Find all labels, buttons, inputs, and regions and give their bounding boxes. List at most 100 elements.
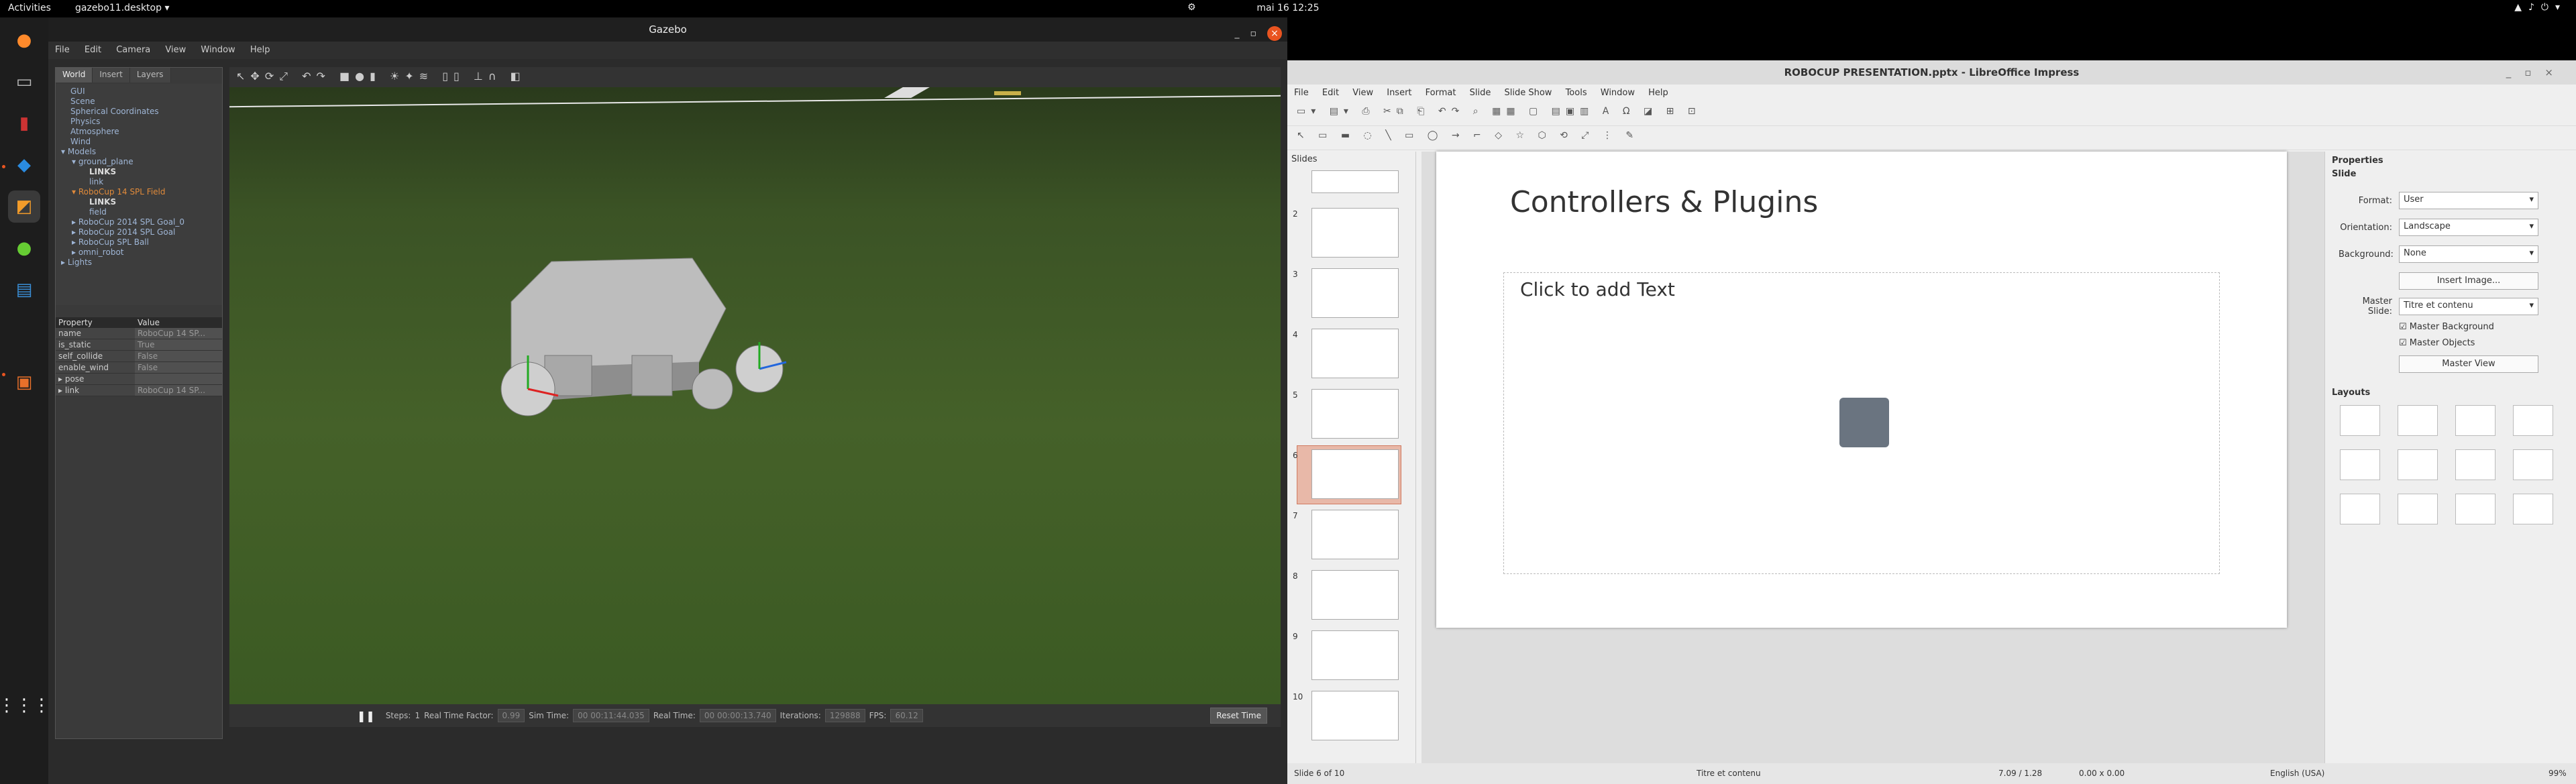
- steps-value[interactable]: 1: [415, 711, 420, 720]
- tree-item[interactable]: link: [58, 177, 219, 187]
- app-icon[interactable]: ●: [8, 232, 40, 264]
- tree-item[interactable]: Wind: [58, 137, 219, 147]
- table-row[interactable]: is_static True: [56, 339, 222, 351]
- slide-thumbnail-9[interactable]: [1311, 630, 1399, 680]
- menu-slide[interactable]: Slide: [1470, 88, 1491, 98]
- format-select[interactable]: User: [2399, 192, 2538, 209]
- clock[interactable]: mai 16 12:25: [1234, 3, 1342, 13]
- slide-thumbnail-1[interactable]: [1311, 170, 1399, 193]
- menu-window[interactable]: Window: [201, 45, 235, 55]
- background-select[interactable]: None: [2399, 245, 2538, 263]
- layout-option[interactable]: [2513, 405, 2553, 436]
- tree-item[interactable]: ▸ Lights: [58, 258, 219, 268]
- close-icon[interactable]: ×: [1267, 26, 1282, 41]
- insert-image-button[interactable]: Insert Image...: [2399, 272, 2538, 290]
- tree-item[interactable]: Atmosphere: [58, 127, 219, 137]
- menu-view[interactable]: View: [1352, 88, 1373, 98]
- layout-option[interactable]: [2455, 494, 2496, 524]
- slide-thumbnail-10[interactable]: [1311, 691, 1399, 740]
- layout-option[interactable]: [2398, 449, 2438, 480]
- menu-slideshow[interactable]: Slide Show: [1505, 88, 1552, 98]
- layout-option[interactable]: [2513, 494, 2553, 524]
- settings-icon[interactable]: ⚙: [1187, 2, 1196, 13]
- slide-thumbnail-4[interactable]: [1311, 329, 1399, 378]
- table-row[interactable]: self_collide False: [56, 351, 222, 362]
- menu-tools[interactable]: Tools: [1566, 88, 1587, 98]
- menu-view[interactable]: View: [165, 45, 186, 55]
- status-layout[interactable]: Titre et contenu: [1697, 769, 1761, 778]
- layout-option[interactable]: [2340, 494, 2380, 524]
- gazebo-icon[interactable]: ◩: [8, 190, 40, 223]
- slide-thumbnail-2[interactable]: [1311, 208, 1399, 258]
- property-value[interactable]: False: [135, 351, 222, 361]
- slide-editor[interactable]: Controllers & Plugins Click to add Text: [1421, 152, 2324, 763]
- slide-section[interactable]: Slide: [2332, 169, 2356, 179]
- layout-option[interactable]: [2455, 449, 2496, 480]
- slide-thumbnail-6[interactable]: [1311, 449, 1399, 499]
- tree-item[interactable]: Scene: [58, 97, 219, 107]
- pause-icon[interactable]: ❚❚: [357, 710, 375, 722]
- tree-item[interactable]: field: [58, 207, 219, 217]
- master-slide-select[interactable]: Titre et contenu: [2399, 298, 2538, 315]
- window-controls[interactable]: _▫×: [2506, 60, 2567, 85]
- slide-title[interactable]: Controllers & Plugins: [1510, 185, 1818, 219]
- menu-help[interactable]: Help: [1648, 88, 1668, 98]
- slide-thumbnail-3[interactable]: [1311, 268, 1399, 318]
- master-objects-checkbox[interactable]: ☑ Master Objects: [2399, 338, 2475, 348]
- slide-thumbnail-7[interactable]: [1311, 510, 1399, 559]
- menu-file[interactable]: File: [1294, 88, 1309, 98]
- tree-item[interactable]: Physics: [58, 117, 219, 127]
- menu-edit[interactable]: Edit: [85, 45, 101, 55]
- app-menu[interactable]: gazebo11.desktop ▾: [75, 3, 169, 13]
- terminal-icon[interactable]: ▮: [8, 107, 40, 139]
- drawing-toolbar[interactable]: ↖ ▭ ▬ ◌ ╲ ▭ ◯ → ⌐ ◇ ☆ ⬡ ⟲ ⤢ ⋮ ✎: [1287, 126, 2576, 150]
- table-row[interactable]: ▸ link RoboCup 14 SP...: [56, 385, 222, 396]
- slide-thumbnail-5[interactable]: [1311, 389, 1399, 439]
- table-row[interactable]: enable_wind False: [56, 362, 222, 374]
- property-value[interactable]: RoboCup 14 SP...: [135, 385, 222, 396]
- layout-option[interactable]: [2455, 405, 2496, 436]
- window-controls[interactable]: _▫×: [1235, 21, 1282, 46]
- files-icon[interactable]: ▭: [8, 66, 40, 98]
- tree-item-selected[interactable]: ▾ RoboCup 14 SPL Field: [58, 187, 219, 197]
- menu-insert[interactable]: Insert: [1387, 88, 1411, 98]
- menu-edit[interactable]: Edit: [1322, 88, 1339, 98]
- slide-thumbnail-8[interactable]: [1311, 570, 1399, 620]
- writer-icon[interactable]: ▤: [8, 274, 40, 306]
- tab-world[interactable]: World: [56, 68, 93, 82]
- gazebo-toolbar[interactable]: ↖✥⟳⤢ ↶↷ ■●▮ ☀✦≋ ▯▯ ⊥∩ ◧: [229, 67, 1281, 87]
- reset-time-button[interactable]: Reset Time: [1210, 708, 1267, 724]
- slide-canvas[interactable]: Controllers & Plugins Click to add Text: [1436, 152, 2287, 628]
- tree-item[interactable]: ▸ omni_robot: [58, 247, 219, 258]
- layout-option[interactable]: [2340, 449, 2380, 480]
- activities-button[interactable]: Activities: [8, 3, 51, 13]
- tab-insert[interactable]: Insert: [93, 68, 130, 82]
- tree-item[interactable]: ▾ Models: [58, 147, 219, 157]
- menu-file[interactable]: File: [55, 45, 70, 55]
- menu-camera[interactable]: Camera: [116, 45, 150, 55]
- tree-item[interactable]: Spherical Coordinates: [58, 107, 219, 117]
- table-row[interactable]: name RoboCup 14 SP...: [56, 328, 222, 339]
- layout-option[interactable]: [2513, 449, 2553, 480]
- content-placeholder[interactable]: Click to add Text: [1503, 272, 2220, 574]
- menu-format[interactable]: Format: [1426, 88, 1456, 98]
- tree-item[interactable]: ▾ ground_plane: [58, 157, 219, 167]
- property-value[interactable]: RoboCup 14 SP...: [135, 328, 222, 339]
- tree-item[interactable]: ▸ RoboCup 2014 SPL Goal_0: [58, 217, 219, 227]
- orientation-select[interactable]: Landscape: [2399, 219, 2538, 236]
- table-row[interactable]: ▸ pose: [56, 374, 222, 385]
- master-background-checkbox[interactable]: ☑ Master Background: [2399, 322, 2494, 332]
- status-language[interactable]: English (USA): [2270, 769, 2324, 778]
- placeholder-text[interactable]: Click to add Text: [1520, 278, 1675, 300]
- master-view-button[interactable]: Master View: [2399, 355, 2538, 373]
- 3d-viewport[interactable]: [229, 87, 1281, 704]
- firefox-icon[interactable]: ●: [8, 24, 40, 56]
- robot-model[interactable]: [229, 87, 1281, 704]
- property-value[interactable]: True: [135, 339, 222, 350]
- app-grid-icon[interactable]: ⋮⋮⋮: [0, 689, 50, 722]
- layout-option[interactable]: [2340, 405, 2380, 436]
- standard-toolbar[interactable]: ▭▾ ▤▾ ⎙ ✂⧉ ⎗ ↶↷ ⌕ ▦▦ ▢ ▤▣▥ A Ω ◪ ⊞ ⊡: [1287, 102, 2576, 126]
- layout-option[interactable]: [2398, 405, 2438, 436]
- tree-item[interactable]: ▸ RoboCup SPL Ball: [58, 237, 219, 247]
- zoom-level[interactable]: 99%: [2548, 769, 2567, 778]
